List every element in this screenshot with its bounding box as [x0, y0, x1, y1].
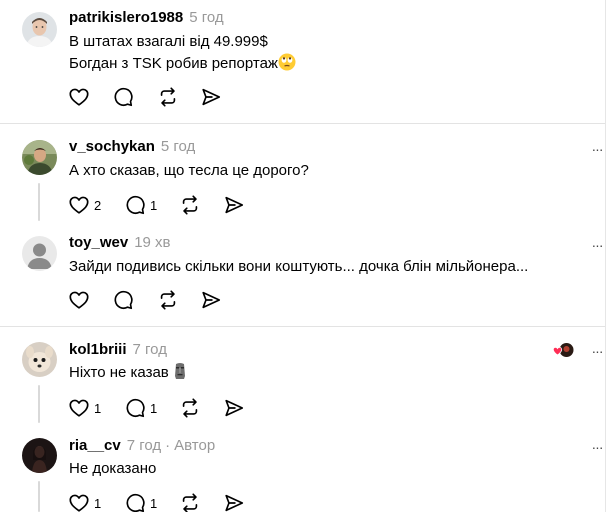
repost-icon [179, 492, 201, 512]
send-icon [223, 397, 245, 419]
like-button[interactable]: 1 [68, 492, 101, 512]
post-header: kol1briii 7 год [69, 341, 167, 359]
comment-icon [124, 492, 146, 512]
avatar[interactable] [22, 342, 57, 377]
post-text-line: Ніхто не казав [69, 364, 169, 381]
like-count: 1 [94, 400, 102, 416]
heart-icon [68, 194, 90, 216]
reply-button[interactable] [112, 86, 134, 108]
timestamp[interactable]: 7 год [133, 341, 167, 358]
divider [0, 326, 605, 327]
reply-count: 1 [150, 495, 158, 511]
like-button[interactable]: 1 [68, 397, 101, 419]
post-header: ria__cv 7 год · Автор [69, 437, 215, 455]
like-button[interactable] [68, 86, 90, 108]
repost-button[interactable] [179, 492, 201, 512]
post-header: toy_wev 19 хв [69, 234, 171, 252]
thread-view: patrikislero1988 5 год В штатах взагалі в… [0, 0, 606, 512]
thread-connector [38, 481, 40, 512]
more-options-button[interactable]: ··· [591, 140, 604, 158]
like-count: 2 [94, 197, 102, 213]
post-text-line-with-emoji: Богдан з TSK робив репортаж [69, 53, 296, 78]
like-count: 1 [94, 495, 102, 511]
like-button[interactable]: 2 [68, 194, 101, 216]
repost-button[interactable] [157, 289, 179, 311]
timestamp[interactable]: 19 хв [134, 234, 170, 251]
repost-button[interactable] [157, 86, 179, 108]
more-options-button[interactable]: ··· [591, 236, 604, 254]
thread-connector [38, 385, 40, 423]
more-icon: ··· [591, 343, 604, 359]
heart-icon [68, 492, 90, 512]
reply-count: 1 [150, 400, 158, 416]
avatar[interactable] [22, 438, 57, 473]
send-icon [200, 86, 222, 108]
separator: · [165, 437, 171, 454]
share-button[interactable] [223, 397, 245, 419]
thread-connector [38, 183, 40, 221]
avatar[interactable] [22, 12, 57, 47]
reply-button[interactable]: 1 [124, 194, 157, 216]
username[interactable]: patrikislero1988 [69, 9, 183, 26]
share-button[interactable] [223, 492, 245, 512]
share-button[interactable] [200, 289, 222, 311]
send-icon [200, 289, 222, 311]
post-header: v_sochykan 5 год [69, 138, 195, 156]
send-icon [223, 194, 245, 216]
repost-button[interactable] [179, 194, 201, 216]
divider [0, 123, 605, 124]
repost-button[interactable] [179, 397, 201, 419]
reply-count: 1 [150, 197, 158, 213]
share-button[interactable] [200, 86, 222, 108]
face-with-rolling-eyes-icon [278, 53, 296, 78]
post-text-line-with-emoji: Ніхто не казав [69, 362, 187, 387]
reply-button[interactable] [112, 289, 134, 311]
more-options-button[interactable]: ··· [591, 438, 604, 456]
comment-icon [112, 86, 134, 108]
post-text-line: Зайди подивись скільки вони коштують... … [69, 258, 529, 275]
post-text: Зайди подивись скільки вони коштують... … [69, 256, 528, 278]
more-icon: ··· [591, 439, 604, 455]
author-badge: Автор [174, 437, 216, 454]
post-text-line: А хто сказав, що тесла це дорого? [69, 162, 309, 179]
repost-icon [179, 397, 201, 419]
comment-icon [124, 397, 146, 419]
post-header: patrikislero1988 5 год [69, 9, 224, 27]
reply-button[interactable]: 1 [124, 492, 157, 512]
post-text: А хто сказав, що тесла це дорого? [69, 160, 309, 182]
username[interactable]: toy_wev [69, 234, 128, 251]
more-icon: ··· [591, 237, 604, 253]
share-button[interactable] [223, 194, 245, 216]
more-icon: ··· [591, 141, 604, 157]
username[interactable]: v_sochykan [69, 138, 155, 155]
comment-icon [112, 289, 134, 311]
heart-icon [68, 86, 90, 108]
avatar[interactable] [22, 140, 57, 175]
author-liked-icon [552, 342, 575, 358]
repost-icon [157, 289, 179, 311]
post-text-line: Не доказано [69, 460, 157, 477]
more-options-button[interactable]: ··· [591, 342, 604, 360]
repost-icon [157, 86, 179, 108]
username[interactable]: kol1briii [69, 341, 127, 358]
moai-icon [173, 362, 187, 387]
post-text: Не доказано [69, 458, 156, 480]
timestamp[interactable]: 7 год [127, 437, 161, 454]
repost-icon [179, 194, 201, 216]
avatar[interactable] [22, 236, 57, 271]
reply-button[interactable]: 1 [124, 397, 157, 419]
post-text-line: В штатах взагалі від 49.999$ [69, 33, 268, 50]
username[interactable]: ria__cv [69, 437, 121, 454]
send-icon [223, 492, 245, 512]
heart-icon [68, 397, 90, 419]
heart-icon [68, 289, 90, 311]
timestamp[interactable]: 5 год [189, 9, 223, 26]
comment-icon [124, 194, 146, 216]
like-button[interactable] [68, 289, 90, 311]
timestamp[interactable]: 5 год [161, 138, 195, 155]
post-text: В штатах взагалі від 49.999$ Богдан з TS… [69, 31, 296, 78]
post-text: Ніхто не казав [69, 362, 187, 387]
post-text-line: Богдан з TSK робив репортаж [69, 55, 278, 72]
